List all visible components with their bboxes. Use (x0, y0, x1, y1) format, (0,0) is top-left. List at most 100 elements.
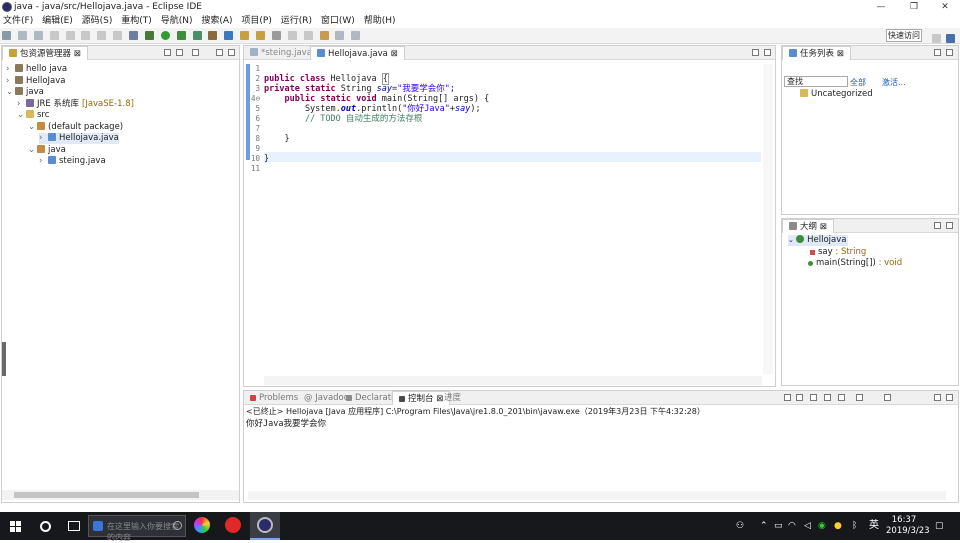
code-line-6[interactable]: // TODO 自动生成的方法存根 (264, 114, 422, 124)
display-console-icon[interactable] (856, 394, 863, 401)
twisty-icon[interactable]: ⌄ (28, 122, 37, 133)
twisty-icon[interactable]: › (39, 156, 48, 167)
comment-icon[interactable] (113, 31, 123, 40)
new-icon[interactable] (2, 31, 11, 40)
code-line-3[interactable]: private static String say="我要学会你"; (264, 84, 455, 94)
taskbar-search-box[interactable]: 在这里输入你要搜索的内容 (88, 515, 186, 542)
print-icon[interactable] (49, 31, 59, 40)
last-edit-icon[interactable] (319, 31, 329, 40)
minimize-view-icon[interactable] (934, 222, 941, 229)
minimize-button[interactable]: — (866, 0, 896, 14)
debug-skip-icon[interactable] (129, 31, 138, 40)
explorer-tree-item[interactable]: › HelloJava (6, 75, 66, 87)
save-icon[interactable] (17, 31, 27, 40)
explorer-tree-item[interactable]: › hello java (6, 64, 67, 75)
explorer-tree-item[interactable]: ⌄ java (28, 144, 66, 156)
chrome-app-icon[interactable] (194, 517, 210, 533)
annotation-prev-icon[interactable] (303, 31, 313, 40)
console-hscrollbar[interactable] (248, 491, 946, 500)
minimize-view-icon[interactable] (934, 394, 941, 401)
explorer-tree-item[interactable]: ⌄ src (17, 110, 49, 121)
netease-music-icon[interactable] (225, 517, 241, 533)
search-icon[interactable] (271, 31, 281, 40)
explorer-tree-item[interactable]: › JRE 系统库 [JavaSE-1.8] (17, 98, 134, 110)
explorer-hscrollbar[interactable] (2, 490, 239, 500)
taskbar-clock[interactable]: 16:37 2019/3/23 (886, 515, 930, 537)
windows-start-icon[interactable] (10, 521, 21, 532)
menu-project[interactable]: 项目(P) (238, 14, 274, 28)
maximize-view-icon[interactable] (946, 394, 953, 401)
pin-console-icon[interactable] (838, 394, 845, 401)
tab-task-list[interactable]: 任务列表 ⊠ (782, 46, 851, 60)
task-activate-link[interactable]: 激活... (882, 77, 906, 88)
task-search-input[interactable]: 查找 (784, 76, 848, 87)
menu-source[interactable]: 源码(S) (79, 14, 116, 28)
annotation-next-icon[interactable] (287, 31, 297, 40)
menu-edit[interactable]: 编辑(E) (39, 14, 76, 28)
toggle-mark-icon[interactable] (65, 31, 75, 40)
code-line-10[interactable]: } (264, 154, 269, 164)
tab-hellojava-java[interactable]: Hellojava.java ⊠ (310, 46, 405, 60)
menu-file[interactable]: 文件(F) (0, 14, 36, 28)
explorer-tree-item[interactable]: ⌄ java (6, 87, 44, 98)
wifi-icon[interactable]: ◠ (788, 512, 796, 540)
menu-window[interactable]: 窗口(W) (318, 14, 358, 28)
quick-access-input[interactable]: 快速访问 (886, 29, 922, 42)
minimize-view-icon[interactable] (934, 49, 941, 56)
code-line-2[interactable]: public class Hellojava { (264, 73, 389, 85)
coverage-icon[interactable] (176, 31, 186, 40)
twisty-icon[interactable]: ⌄ (6, 87, 15, 98)
twisty-icon[interactable]: › (39, 133, 48, 144)
link-editor-icon[interactable] (176, 49, 183, 56)
menu-run[interactable]: 运行(R) (278, 14, 315, 28)
tab-steing-java[interactable]: *steing.java (244, 46, 318, 60)
maximize-view-icon[interactable] (946, 49, 953, 56)
run-icon[interactable] (160, 31, 170, 40)
remove-launch-icon[interactable] (796, 394, 803, 401)
eclipse-taskbar-button[interactable] (250, 512, 280, 540)
maximize-view-icon[interactable] (764, 49, 771, 56)
shift-right-icon[interactable] (97, 31, 107, 40)
task-category-row[interactable]: Uncategorized (800, 89, 873, 100)
java-perspective-icon[interactable] (946, 34, 955, 43)
open-console-icon[interactable] (884, 394, 891, 401)
scrollbar-thumb[interactable] (14, 492, 199, 498)
collapse-all-icon[interactable] (164, 49, 171, 56)
back-icon[interactable] (335, 31, 345, 40)
tab-outline[interactable]: 大纲 ⊠ (782, 219, 834, 233)
menu-search[interactable]: 搜索(A) (198, 14, 235, 28)
twisty-icon[interactable]: › (6, 64, 15, 75)
menu-help[interactable]: 帮助(H) (361, 14, 399, 28)
bluetooth-icon[interactable]: ᛒ (852, 512, 857, 540)
close-button[interactable]: ✕ (930, 0, 960, 14)
new-package-icon[interactable] (224, 31, 234, 40)
debug-icon[interactable] (144, 31, 154, 40)
open-task-icon[interactable] (256, 31, 265, 40)
twisty-icon[interactable]: ⌄ (28, 145, 37, 156)
code-line-8[interactable]: } (264, 134, 289, 144)
terminate-icon[interactable] (784, 394, 791, 401)
explorer-tree-item[interactable]: ⌄ (default package) (28, 121, 123, 133)
task-view-icon[interactable] (68, 521, 80, 531)
twisty-icon[interactable]: ⌄ (17, 110, 26, 121)
tray-chevron-icon[interactable]: ⌃ (760, 512, 768, 540)
forward-icon[interactable] (351, 31, 361, 40)
code-line-5[interactable]: System.out.println("你好Java"+say); (264, 104, 481, 114)
new-java-project-icon[interactable] (208, 31, 218, 40)
outline-class-row[interactable]: ⌄ Hellojava (788, 235, 848, 246)
external-tools-icon[interactable] (192, 31, 202, 40)
network-icon[interactable]: ▭ (774, 512, 783, 540)
code-line-4[interactable]: public static void main(String[] args) { (264, 94, 489, 104)
twisty-icon[interactable]: › (17, 99, 26, 110)
app-tray-icon[interactable]: ◉ (818, 512, 826, 540)
tab-progress[interactable]: 进度 (438, 391, 467, 405)
ime-indicator[interactable]: 英 (869, 512, 879, 540)
maximize-view-icon[interactable] (228, 49, 235, 56)
editor-hscrollbar[interactable] (264, 376, 762, 385)
menu-navigate[interactable]: 导航(N) (158, 14, 196, 28)
shift-left-icon[interactable] (81, 31, 91, 40)
twisty-icon[interactable]: › (6, 76, 15, 87)
qq-tray-icon[interactable]: ● (834, 512, 842, 540)
minimize-view-icon[interactable] (752, 49, 759, 56)
outline-method-row[interactable]: main(String[]) : void (808, 258, 902, 269)
